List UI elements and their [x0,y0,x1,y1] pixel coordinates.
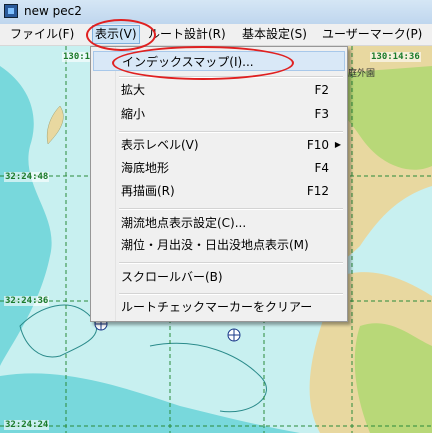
menu-bar: ファイル(F) 表示(V) ルート設計(R) 基本設定(S) ユーザーマーク(P… [0,24,432,46]
menu-item-seabed-terrain[interactable]: 海底地形 F4 [93,158,345,178]
menu-item-label: インデックスマップ(I)... [122,55,254,69]
menu-item-tide-sun-moon-points[interactable]: 潮位・月出没・日出没地点表示(M) [93,235,345,255]
menu-separator [119,76,343,78]
menu-item-clear-route-markers[interactable]: ルートチェックマーカーをクリアー [93,297,345,317]
menu-item-label: ルートチェックマーカーをクリアー [121,300,313,314]
menu-item-label: 縮小 [121,107,146,121]
menu-separator [119,208,343,210]
menu-file[interactable]: ファイル(F) [8,26,76,43]
menu-item-redraw[interactable]: 再描画(R) F12 [93,181,345,201]
menu-item-zoom-in[interactable]: 拡大 F2 [93,80,345,100]
place-label: 庭外園 [348,69,376,79]
menu-item-zoom-out[interactable]: 縮小 F3 [93,104,345,124]
menu-view[interactable]: 表示(V) [92,25,140,44]
longitude-label-2: 130:14:36 [370,52,421,62]
menu-item-label: 潮流地点表示設定(C)... [121,216,247,230]
latitude-label-3: 32:24:24 [4,420,50,430]
menu-item-label: 潮位・月出没・日出没地点表示(M) [121,238,309,252]
menu-item-shortcut: F10 [306,138,329,152]
menu-user-mark[interactable]: ユーザーマーク(P) [320,26,424,43]
menu-basic-settings[interactable]: 基本設定(S) [240,26,309,43]
menu-item-label: スクロールバー(B) [121,270,223,284]
menu-item-scrollbar[interactable]: スクロールバー(B) [93,267,345,287]
menu-route-design[interactable]: ルート設計(R) [146,26,228,43]
app-icon [4,4,18,18]
menu-item-shortcut: F3 [314,107,329,121]
menu-item-label: 拡大 [121,83,146,97]
menu-item-tidal-current-settings[interactable]: 潮流地点表示設定(C)... [93,213,345,233]
view-menu-dropdown: インデックスマップ(I)... 拡大 F2 縮小 F3 表示レベル(V) F10… [90,46,348,322]
title-bar: new pec2 [0,0,432,25]
menu-item-display-level[interactable]: 表示レベル(V) F10 ▶ [93,135,345,155]
menu-item-shortcut: F4 [314,161,329,175]
submenu-arrow-icon: ▶ [334,140,341,149]
menu-item-label: 表示レベル(V) [121,138,199,152]
menu-item-index-map[interactable]: インデックスマップ(I)... [93,51,345,71]
window-title: new pec2 [24,4,82,18]
menu-item-label: 再描画(R) [121,184,175,198]
menu-item-shortcut: F2 [314,83,329,97]
latitude-label-1: 32:24:48 [4,172,50,182]
menu-separator [119,262,343,264]
menu-item-label: 海底地形 [121,161,170,175]
menu-separator [119,131,343,133]
menu-item-shortcut: F12 [306,184,329,198]
menu-separator [119,293,343,295]
latitude-label-2: 32:24:36 [4,296,50,306]
